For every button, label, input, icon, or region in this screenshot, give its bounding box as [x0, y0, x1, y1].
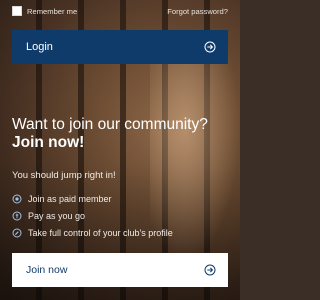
arrow-right-circle-icon — [204, 264, 216, 276]
forgot-password-link[interactable]: Forgot password? — [167, 7, 228, 16]
coin-icon — [12, 211, 22, 221]
login-button[interactable]: Login — [12, 30, 228, 64]
arrow-right-circle-icon — [204, 41, 216, 53]
join-now-button[interactable]: Join now — [12, 253, 228, 287]
wrench-icon — [12, 228, 22, 238]
benefit-item: Pay as you go — [12, 207, 173, 224]
benefit-item: Take full control of your club's profile — [12, 224, 173, 241]
benefits-list: Join as paid member Pay as you go Take f… — [12, 190, 173, 241]
remember-me-toggle[interactable]: Remember me — [12, 6, 77, 16]
join-now-button-label: Join now — [26, 264, 68, 276]
login-button-label: Login — [26, 41, 53, 53]
benefit-item: Join as paid member — [12, 190, 173, 207]
join-intro-text: You should jump right in! — [12, 170, 116, 181]
join-headline: Want to join our community? Join now! — [12, 116, 208, 152]
remember-me-label: Remember me — [27, 6, 78, 16]
benefit-label: Pay as you go — [28, 210, 86, 221]
benefit-label: Take full control of your club's profile — [28, 227, 173, 238]
join-headline-question: Want to join our community? — [12, 116, 208, 133]
join-headline-cta: Join now! — [12, 134, 85, 151]
top-bar: Remember me Forgot password? — [0, 0, 240, 22]
medal-icon — [12, 194, 22, 204]
remember-me-checkbox[interactable] — [12, 6, 22, 16]
benefit-label: Join as paid member — [28, 193, 112, 204]
